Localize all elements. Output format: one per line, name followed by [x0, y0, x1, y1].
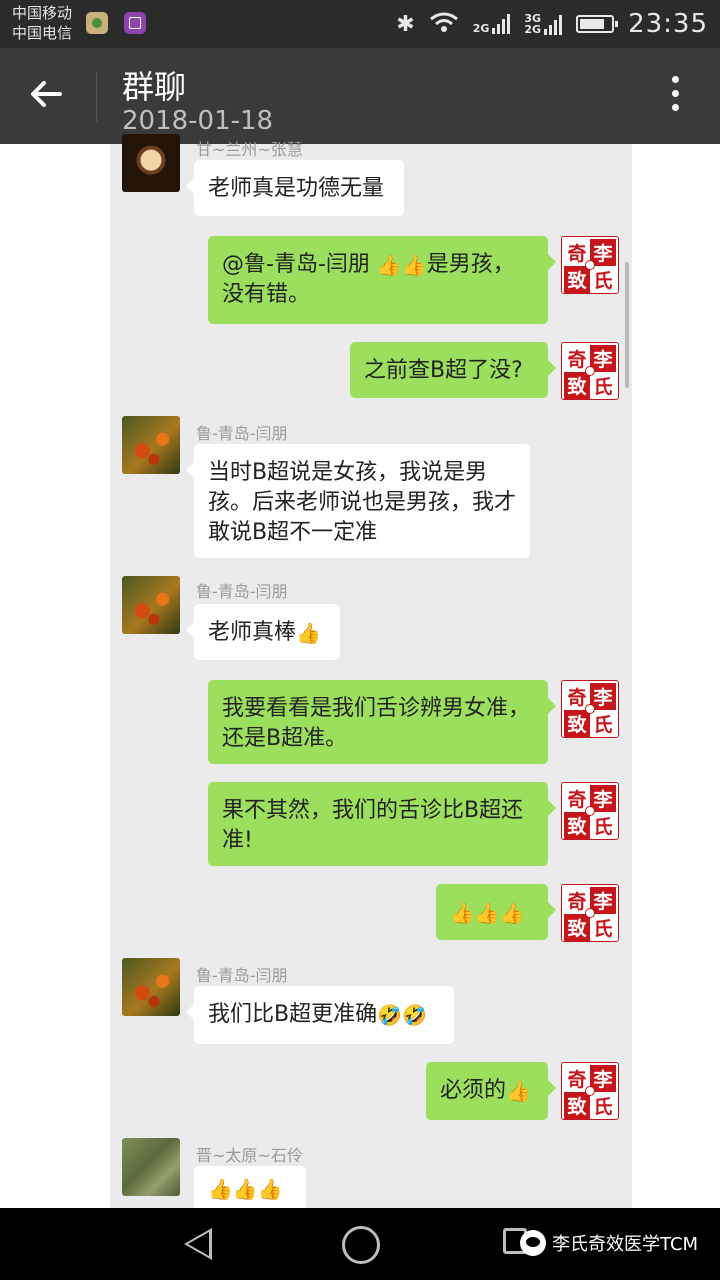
- network-type-1: 2G: [472, 22, 490, 35]
- app-notification-icon: [86, 12, 108, 34]
- thumbs-up-icon: 👍👍👍: [450, 901, 525, 925]
- watermark: 李氏奇效医学TCM: [520, 1230, 698, 1256]
- avatar[interactable]: 奇李致氏: [561, 236, 619, 294]
- back-arrow-icon[interactable]: [28, 76, 64, 119]
- avatar[interactable]: 奇李致氏: [561, 884, 619, 942]
- message-text: @鲁-青岛-闫朋: [222, 252, 377, 277]
- nav-back-icon[interactable]: [184, 1228, 212, 1260]
- avatar[interactable]: [122, 1138, 180, 1196]
- message-bubble[interactable]: 我们比B超更准确🤣🤣: [186, 986, 454, 1044]
- signal-icon-2: [544, 15, 563, 35]
- thumbs-up-icon: 👍👍👍: [208, 1177, 283, 1201]
- header-divider: [96, 72, 97, 122]
- thumbs-up-icon: 👍👍: [376, 253, 427, 277]
- wifi-icon: [429, 11, 459, 37]
- navigation-bar: 李氏奇效医学TCM: [0, 1208, 720, 1280]
- carrier-labels: 中国移动 中国电信: [12, 3, 72, 43]
- message-text: 当时B超说是女孩，我说是男孩。后来老师说也是男孩，我才敢说B超不一定准: [208, 460, 517, 545]
- chat-title: 群聊: [122, 68, 187, 106]
- message-bubble[interactable]: 👍👍👍: [194, 1166, 306, 1208]
- sender-name: 晋~太原~石伶: [196, 1146, 303, 1165]
- message-text: 老师真是功德无量: [208, 176, 385, 201]
- carrier-2: 中国电信: [12, 24, 73, 42]
- avatar[interactable]: 奇李致氏: [561, 342, 619, 400]
- sender-name: 鲁-青岛-闫朋: [196, 424, 288, 443]
- bluetooth-icon: ✱: [396, 11, 415, 37]
- more-vertical-icon[interactable]: [672, 76, 680, 118]
- avatar[interactable]: [122, 958, 180, 1016]
- avatar[interactable]: 奇李致氏: [561, 680, 619, 738]
- thumbs-up-icon: 👍: [296, 621, 321, 645]
- message-bubble[interactable]: 我要看看是我们舌诊辨男女准，还是B超准。: [208, 680, 556, 764]
- message-bubble[interactable]: @鲁-青岛-闫朋 👍👍是男孩，没有错。: [208, 236, 556, 324]
- message-bubble[interactable]: 之前查B超了没?: [350, 342, 556, 398]
- avatar[interactable]: [122, 416, 180, 474]
- message-bubble[interactable]: 👍👍👍: [436, 884, 556, 940]
- message-text: 果不其然，我们的舌诊比B超还准!: [222, 798, 524, 853]
- nav-home-icon[interactable]: [342, 1226, 380, 1264]
- message-bubble[interactable]: 果不其然，我们的舌诊比B超还准!: [208, 782, 556, 866]
- avatar[interactable]: 奇李致氏: [561, 782, 619, 840]
- avatar[interactable]: [122, 576, 180, 634]
- message-text: 必须的: [440, 1078, 507, 1103]
- network-type-3: 2G: [524, 23, 542, 36]
- message-bubble[interactable]: 必须的👍: [426, 1062, 556, 1120]
- gallery-notification-icon: [124, 12, 146, 34]
- watermark-text: 李氏奇效医学TCM: [552, 1234, 699, 1255]
- status-bar: 中国移动 中国电信 ✱ 2G 3G 2G 23:35: [0, 0, 720, 48]
- wechat-icon: [520, 1230, 546, 1256]
- message-bubble[interactable]: 当时B超说是女孩，我说是男孩。后来老师说也是男孩，我才敢说B超不一定准: [186, 444, 530, 558]
- battery-charging-icon: [576, 15, 619, 33]
- avatar[interactable]: 奇李致氏: [561, 1062, 619, 1120]
- message-text: 老师真棒: [208, 620, 297, 645]
- sender-name: 鲁-青岛-闫朋: [196, 582, 288, 601]
- message-text: 我们比B超更准确: [208, 1002, 378, 1027]
- signal-icon: [492, 14, 511, 34]
- message-bubble[interactable]: 老师真是功德无量: [186, 160, 404, 216]
- message-bubble[interactable]: 老师真棒👍: [186, 604, 340, 660]
- status-time: 23:35: [628, 9, 708, 39]
- carrier-1: 中国移动: [12, 4, 73, 22]
- message-text: 我要看看是我们舌诊辨男女准，还是B超准。: [222, 696, 531, 751]
- message-text: 之前查B超了没?: [364, 358, 523, 383]
- sender-name: 甘~兰州~张慧: [196, 140, 303, 159]
- laughing-icon: 🤣🤣: [377, 1003, 427, 1027]
- sender-name: 鲁-青岛-闫朋: [196, 966, 288, 985]
- avatar[interactable]: [122, 134, 180, 192]
- chat-header: 群聊 2018-01-18: [0, 48, 720, 144]
- thumbs-up-icon: 👍: [506, 1079, 531, 1103]
- scrollbar[interactable]: [625, 262, 629, 388]
- chat-date: 2018-01-18: [122, 106, 274, 136]
